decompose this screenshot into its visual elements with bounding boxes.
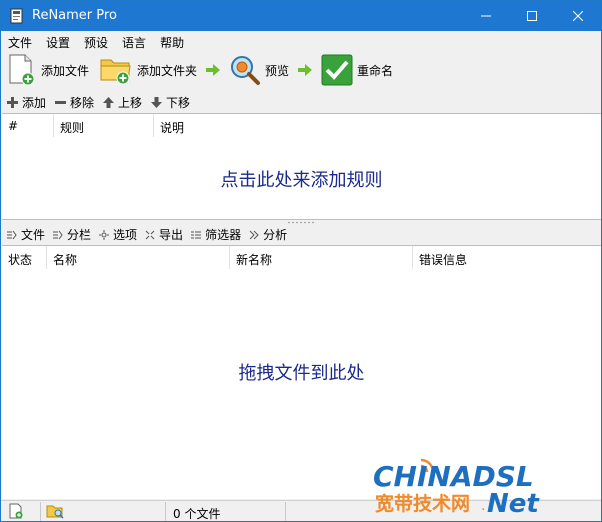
svg-text:.: . [481,498,485,514]
move-down-button[interactable]: 下移 [151,94,190,111]
plus-icon [7,96,18,108]
rules-empty-hint[interactable]: 点击此处来添加规则 [2,166,601,192]
files-column-name[interactable]: 名称 [47,246,230,269]
menu-file[interactable]: 文件 [1,31,39,51]
add-files-label: 添加文件 [41,63,90,78]
add-folder-icon [100,59,131,85]
files-menu-button[interactable]: 文件 [7,226,45,243]
arrow-right-icon [298,64,312,76]
checkmark-icon [321,54,353,86]
filter-menu-button[interactable]: 筛选器 [191,226,241,243]
rules-toolbar: 添加 移除 上移 下移 [1,91,601,113]
add-files-button[interactable]: 添加文件 [7,53,89,87]
add-file-icon [9,54,35,86]
move-down-label: 下移 [166,95,191,110]
rename-button[interactable]: 重命名 [321,53,393,87]
preview-button[interactable]: 预览 [229,53,289,87]
remove-rule-button[interactable]: 移除 [55,94,94,111]
remove-rule-label: 移除 [70,95,95,110]
files-toolbar: 文件 分栏 选项 导出 筛选器 分析 [1,224,601,245]
svg-text:宽带技术网: 宽带技术网 [375,492,470,515]
title-bar[interactable]: ReNamer Pro [1,1,601,31]
folder-search-icon [46,505,64,519]
columns-menu-button[interactable]: 分栏 [53,226,91,243]
options-menu-label: 选项 [113,228,138,242]
analyze-menu-label: 分析 [263,228,288,242]
add-file-icon [9,503,23,519]
move-up-label: 上移 [118,95,143,110]
rename-label: 重命名 [357,63,394,78]
files-column-status[interactable]: 状态 [2,246,47,269]
minimize-button[interactable] [463,1,509,31]
columns-menu-label: 分栏 [67,228,92,242]
app-icon [10,8,23,24]
export-menu-button[interactable]: 导出 [145,226,183,243]
maximize-button[interactable] [509,1,555,31]
svg-text:Net: Net [487,489,540,518]
add-folder-button[interactable]: 添加文件夹 [99,53,197,87]
magnifier-icon [231,56,260,85]
status-add-file-cell[interactable] [1,502,41,521]
files-menu-label: 文件 [21,228,46,242]
main-toolbar: 添加文件 添加文件夹 预览 重命名 [1,51,601,89]
minimize-icon [481,15,491,17]
arrow-up-icon [103,96,115,108]
arrow-down-icon [151,96,163,108]
close-icon [573,11,583,21]
menu-settings[interactable]: 设置 [39,31,77,51]
analyze-icon [249,230,259,239]
rules-column-rule[interactable]: 规则 [54,114,154,137]
options-icon [99,229,110,240]
window-title: ReNamer Pro [32,8,117,23]
chinadsl-watermark-logo: CHINADSL 宽带技术网 . Net [373,458,540,518]
menu-help[interactable]: 帮助 [153,31,191,51]
add-folder-label: 添加文件夹 [137,63,198,78]
menu-presets[interactable]: 预设 [77,31,115,51]
menu-language[interactable]: 语言 [115,31,153,51]
rules-column-description[interactable]: 说明 [154,114,601,137]
preview-label: 预览 [265,63,290,78]
files-icon [7,230,17,239]
arrow-right-icon [206,64,220,76]
move-up-button[interactable]: 上移 [103,94,142,111]
close-button[interactable] [555,1,601,31]
filter-icon [191,231,202,238]
status-folder-cell[interactable] [41,502,166,521]
add-rule-button[interactable]: 添加 [7,94,46,111]
menu-bar: 文件 设置 预设 语言 帮助 [1,31,601,51]
columns-icon [53,230,63,239]
rules-list[interactable]: # 规则 说明 点击此处来添加规则 [2,113,601,220]
files-drop-hint[interactable]: 拖拽文件到此处 [2,359,601,385]
app-window: ReNamer Pro 文件 设置 预设 语言 帮助 添加文件 添加文件夹 预览… [0,0,602,522]
filter-menu-label: 筛选器 [205,228,242,242]
analyze-menu-button[interactable]: 分析 [249,226,287,243]
export-menu-label: 导出 [159,228,184,242]
options-menu-button[interactable]: 选项 [99,226,137,243]
status-count-cell [166,502,286,521]
add-rule-label: 添加 [22,95,47,110]
files-column-new-name[interactable]: 新名称 [230,246,413,269]
rules-column-index[interactable]: # [2,114,54,137]
export-icon [145,230,155,239]
maximize-icon [527,11,537,21]
minus-icon [55,100,67,104]
files-column-error[interactable]: 错误信息 [413,246,601,269]
